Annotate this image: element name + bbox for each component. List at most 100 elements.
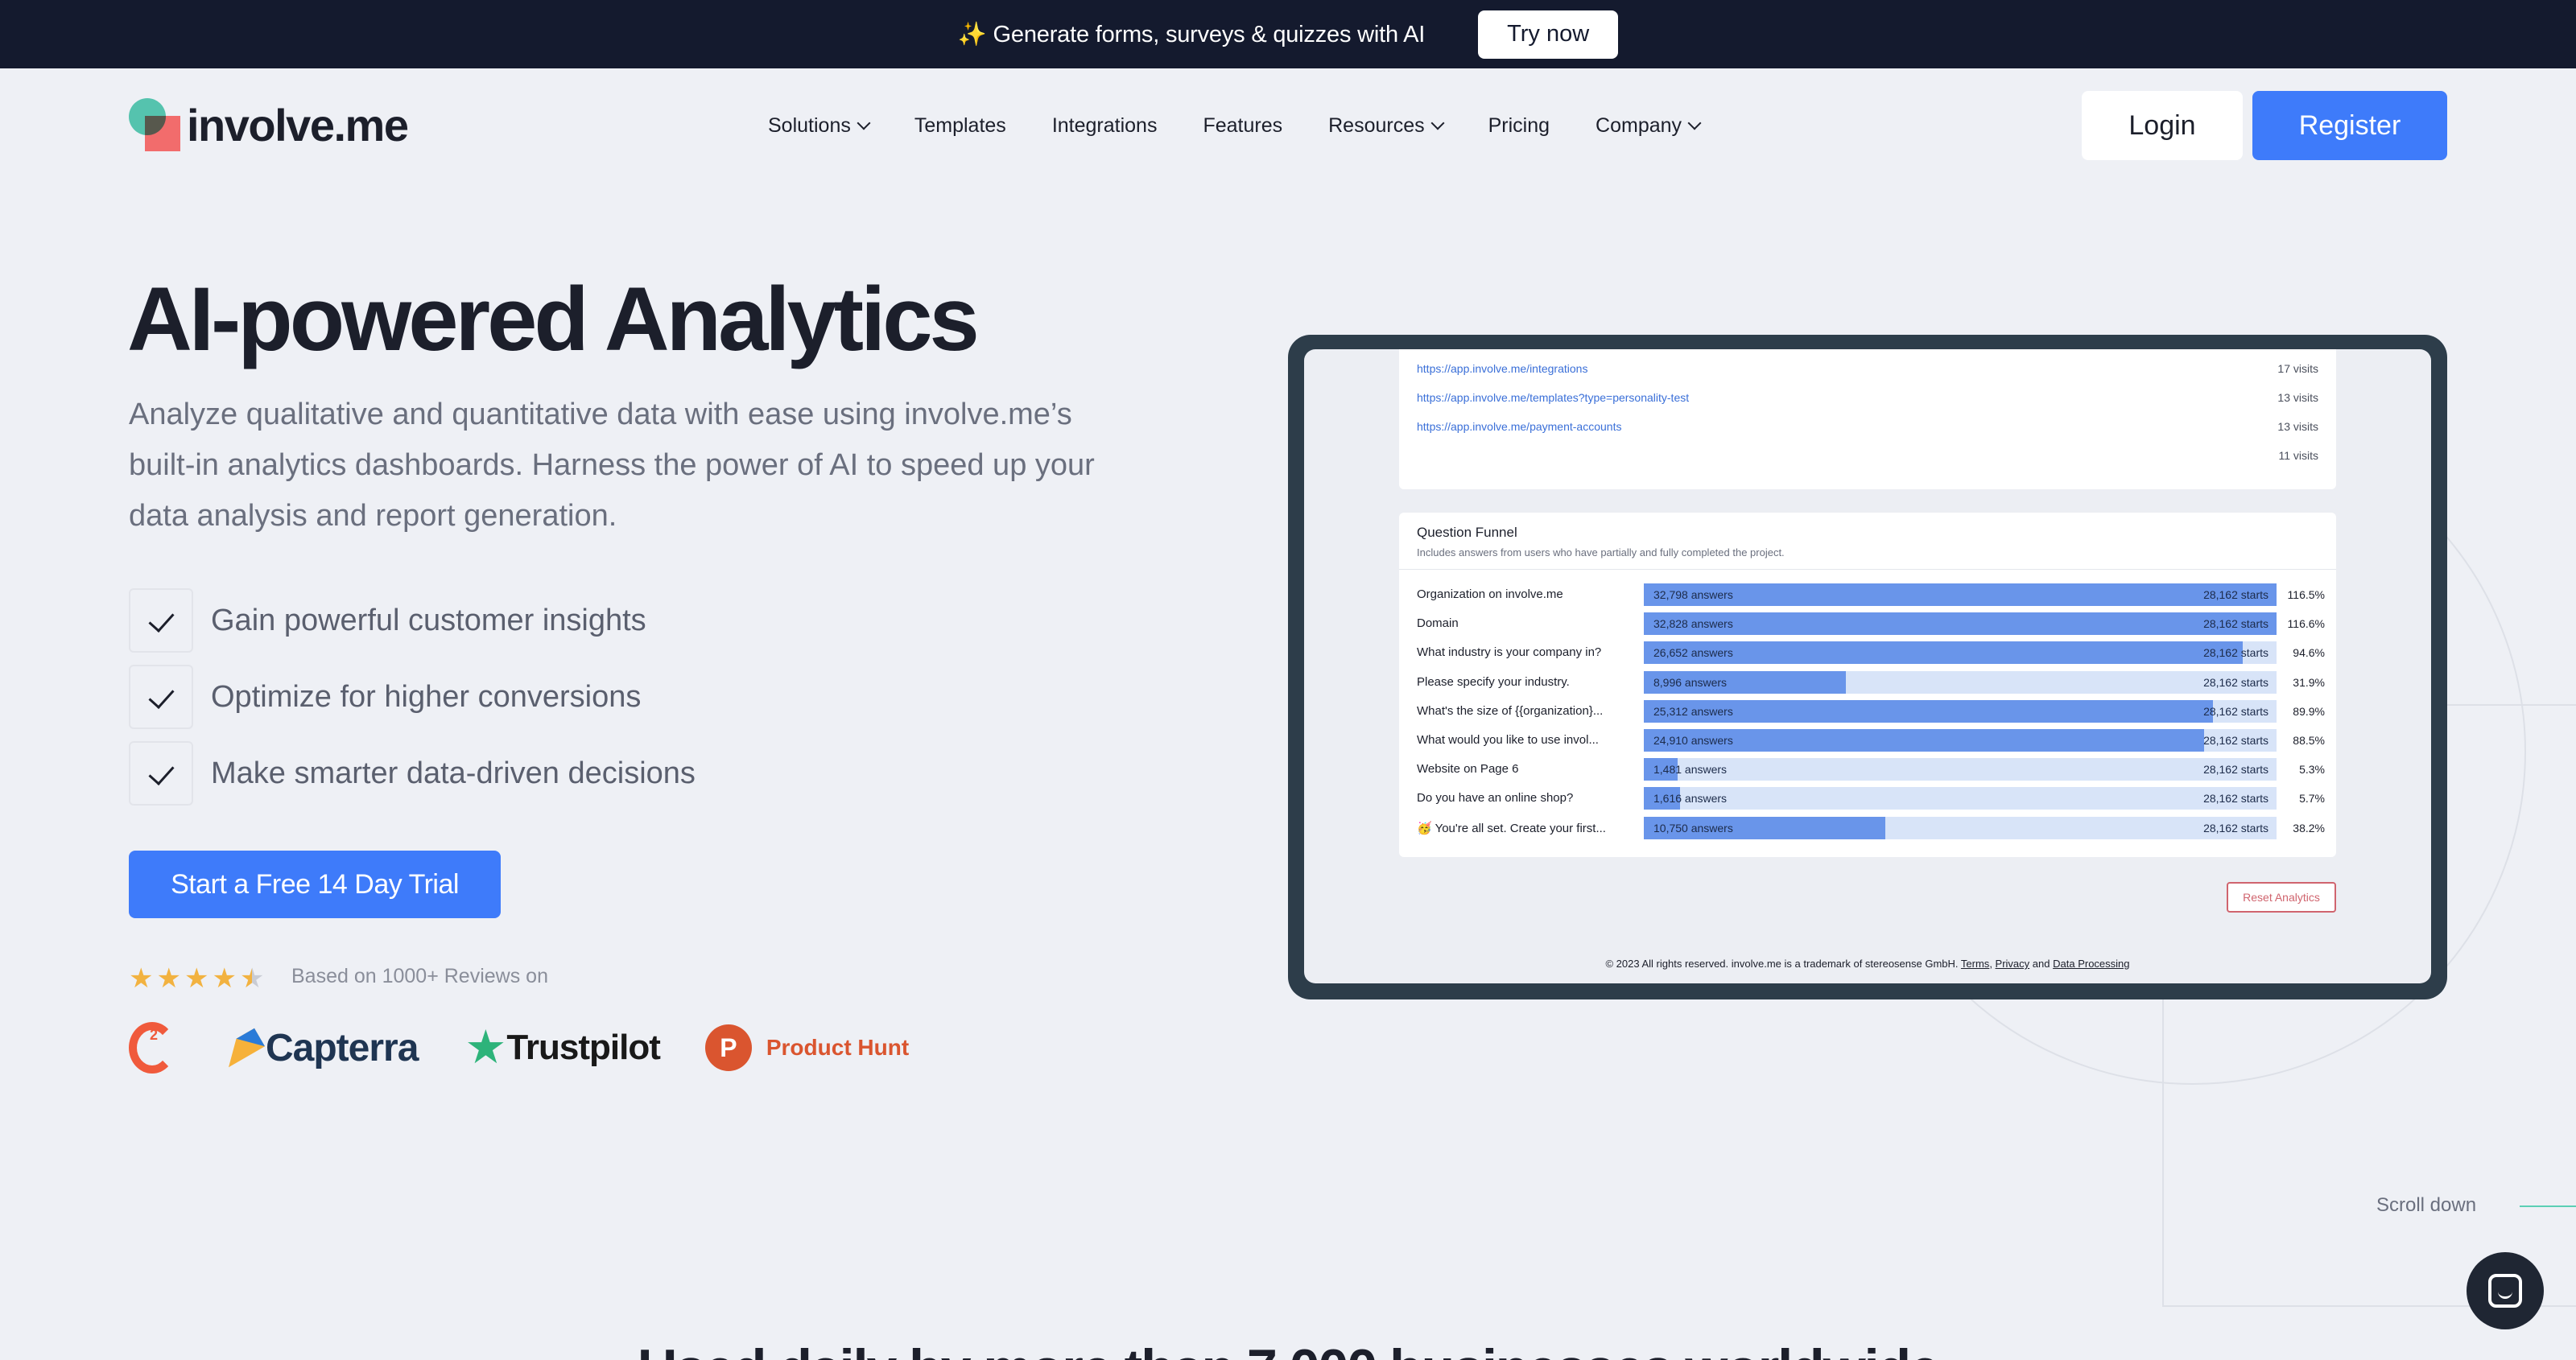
data-processing-link[interactable]: Data Processing — [2053, 958, 2129, 970]
funnel-question: Domain — [1417, 616, 1459, 631]
feature-item: Make smarter data-driven decisions — [129, 740, 696, 806]
funnel-bar-track: 26,652 answers 28,162 starts — [1644, 641, 2277, 665]
g2-logo-icon[interactable]: 2 — [129, 1022, 175, 1074]
hero-title: AI-powered Analytics — [127, 269, 980, 369]
funnel-row: Do you have an online shop? 1,616 answers… — [1417, 787, 2326, 810]
footer-copyright: © 2023 All rights reserved. involve.me i… — [1605, 958, 1959, 970]
funnel-row: Domain 32,828 answers 28,162 starts 116.6% — [1417, 612, 2326, 636]
funnel-bar-track: 1,481 answers 28,162 starts — [1644, 758, 2277, 781]
funnel-question: What industry is your company in? — [1417, 645, 1602, 660]
nav-integrations-label: Integrations — [1051, 113, 1158, 137]
trustpilot-text: Trustpilot — [506, 1028, 660, 1067]
login-button[interactable]: Login — [2082, 91, 2243, 160]
nav-templates-label: Templates — [914, 113, 1006, 137]
funnel-percent: 38.2% — [2293, 821, 2325, 835]
question-funnel-card: Question Funnel Includes answers from us… — [1399, 513, 2336, 857]
funnel-answers: 26,652 answers — [1653, 646, 1733, 660]
funnel-percent: 31.9% — [2293, 675, 2325, 689]
funnel-bar-fill — [1644, 583, 2277, 606]
checkmark-icon — [129, 665, 193, 729]
footer-and: and — [2032, 958, 2050, 970]
funnel-question: Organization on involve.me — [1417, 587, 1563, 601]
funnel-answers: 1,481 answers — [1653, 763, 1728, 777]
trustpilot-star-icon: ★ — [464, 1021, 507, 1074]
half-star-icon: ★ — [239, 963, 265, 994]
privacy-link[interactable]: Privacy — [1996, 958, 2030, 970]
section-heading: Used daily by more than 7,000 businesses… — [0, 1337, 2576, 1360]
star-icon: ★ — [156, 963, 181, 994]
start-trial-button[interactable]: Start a Free 14 Day Trial — [129, 851, 501, 918]
register-button[interactable]: Register — [2252, 91, 2447, 160]
logo-mark-icon — [129, 98, 180, 151]
funnel-row: Organization on involve.me 32,798 answers… — [1417, 583, 2326, 606]
funnel-answers: 1,616 answers — [1653, 792, 1728, 806]
funnel-row: 🥳 You're all set. Create your first... 10… — [1417, 816, 2326, 839]
nav-features-label: Features — [1203, 113, 1283, 137]
visit-row: https://app.involve.me/integrations 17 v… — [1417, 362, 2318, 375]
visit-url[interactable]: https://app.involve.me/payment-accounts — [1417, 420, 1621, 433]
hero-description: Analyze qualitative and quantitative dat… — [129, 398, 1095, 533]
trustpilot-logo[interactable]: ★ Trustpilot — [464, 1021, 660, 1074]
funnel-bar-track: 8,996 answers 28,162 starts — [1644, 670, 2277, 694]
try-now-button[interactable]: Try now — [1478, 10, 1619, 59]
funnel-starts: 28,162 starts — [2203, 588, 2268, 601]
logo-text: involve.me — [187, 99, 409, 150]
funnel-percent: 94.6% — [2293, 646, 2325, 660]
terms-link[interactable]: Terms — [1961, 958, 1989, 970]
funnel-question: What's the size of {{organization}... — [1417, 703, 1604, 718]
promo-banner: ✨ Generate forms, surveys & quizzes with… — [0, 0, 2576, 68]
funnel-bar-track: 25,312 answers 28,162 starts — [1644, 699, 2277, 723]
visit-row: 11 visits — [1417, 449, 2318, 462]
funnel-percent: 5.3% — [2299, 763, 2325, 777]
dashboard-footer: © 2023 All rights reserved. involve.me i… — [1605, 958, 2130, 970]
nav-solutions[interactable]: Solutions — [768, 114, 871, 138]
nav-company[interactable]: Company — [1596, 114, 1702, 138]
visit-count: 13 visits — [2277, 391, 2318, 404]
visit-count: 17 visits — [2277, 362, 2318, 375]
funnel-starts: 28,162 starts — [2203, 617, 2268, 631]
nav-integrations[interactable]: Integrations — [1052, 114, 1158, 138]
chevron-down-icon — [857, 116, 871, 130]
funnel-percent: 116.5% — [2287, 588, 2325, 601]
logo[interactable]: involve.me — [129, 98, 409, 151]
producthunt-text: Product Hunt — [766, 1035, 910, 1060]
nav-pricing-label: Pricing — [1488, 113, 1550, 137]
visit-row: https://app.involve.me/payment-accounts … — [1417, 420, 2318, 433]
checkmark-icon — [129, 588, 193, 653]
funnel-answers: 8,996 answers — [1653, 675, 1728, 689]
reset-analytics-button[interactable]: Reset Analytics — [2227, 882, 2336, 913]
visit-url[interactable]: https://app.involve.me/templates?type=pe… — [1417, 391, 1689, 404]
star-icon: ★ — [184, 963, 209, 994]
funnel-starts: 28,162 starts — [2203, 675, 2268, 689]
funnel-question: Do you have an online shop? — [1417, 791, 1574, 806]
divider — [1399, 569, 2336, 570]
funnel-bar-fill — [1644, 641, 2243, 665]
nav-templates[interactable]: Templates — [914, 114, 1006, 138]
feature-text: Make smarter data-driven decisions — [211, 756, 696, 790]
chat-launcher-button[interactable] — [2467, 1252, 2544, 1329]
feature-list: Gain powerful customer insights Optimize… — [129, 587, 696, 817]
banner-text: ✨ Generate forms, surveys & quizzes with… — [957, 21, 1426, 47]
decorative-line — [2447, 704, 2576, 706]
funnel-row: Website on Page 6 1,481 answers 28,162 sta… — [1417, 758, 2326, 781]
dashboard-screen: https://app.involve.me/integrations 17 v… — [1304, 349, 2431, 983]
feature-text: Gain powerful customer insights — [211, 603, 646, 637]
dashboard-preview: https://app.involve.me/integrations 17 v… — [1288, 335, 2447, 999]
funnel-question: What would you like to use invol... — [1417, 733, 1599, 747]
producthunt-logo[interactable]: P Product Hunt — [704, 1024, 910, 1071]
capterra-logo[interactable]: Capterra — [217, 1026, 419, 1070]
funnel-bar-track: 10,750 answers 28,162 starts — [1644, 816, 2277, 839]
capterra-text: Capterra — [266, 1026, 419, 1069]
funnel-answers: 10,750 answers — [1653, 821, 1733, 835]
visit-count: 13 visits — [2277, 420, 2318, 433]
funnel-bar-fill — [1644, 612, 2277, 636]
funnel-bar-track: 32,798 answers 28,162 starts — [1644, 583, 2277, 606]
nav-features[interactable]: Features — [1203, 114, 1282, 138]
visit-url[interactable]: https://app.involve.me/integrations — [1417, 362, 1587, 375]
chevron-down-icon — [1430, 116, 1445, 130]
scroll-down-label[interactable]: Scroll down — [2376, 1194, 2476, 1217]
funnel-answers: 25,312 answers — [1653, 704, 1733, 718]
producthunt-icon: P — [704, 1024, 752, 1071]
nav-pricing[interactable]: Pricing — [1488, 114, 1550, 138]
nav-resources[interactable]: Resources — [1328, 114, 1445, 138]
